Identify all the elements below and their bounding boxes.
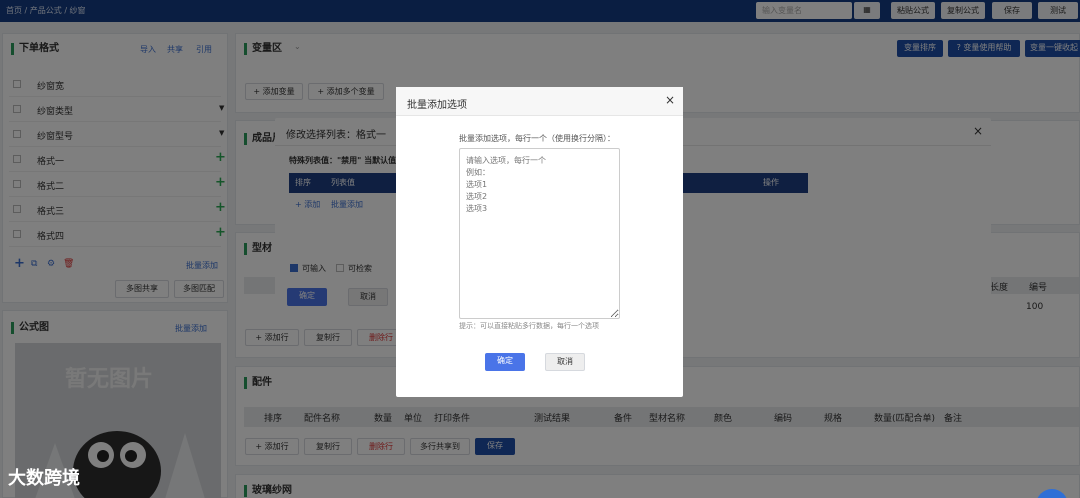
options-textarea[interactable] (459, 148, 620, 319)
batch-add-instruction: 批量添加选项，每行一个（使用换行分隔）： (459, 134, 615, 143)
close-icon[interactable]: × (665, 93, 675, 107)
watermark-text: 大数跨境 (8, 468, 80, 489)
confirm-button[interactable]: 确定 (485, 353, 525, 371)
batch-add-hint: 提示：可以直接粘贴多行数据，每行一个选项 (459, 322, 599, 330)
cancel-button[interactable]: 取消 (545, 353, 585, 371)
batch-add-modal-title: 批量添加选项 (407, 100, 467, 111)
watermark-logo: 大数跨境 (8, 464, 80, 490)
batch-add-modal: 批量添加选项 × 批量添加选项，每行一个（使用换行分隔）： 提示：可以直接粘贴多… (396, 87, 683, 397)
